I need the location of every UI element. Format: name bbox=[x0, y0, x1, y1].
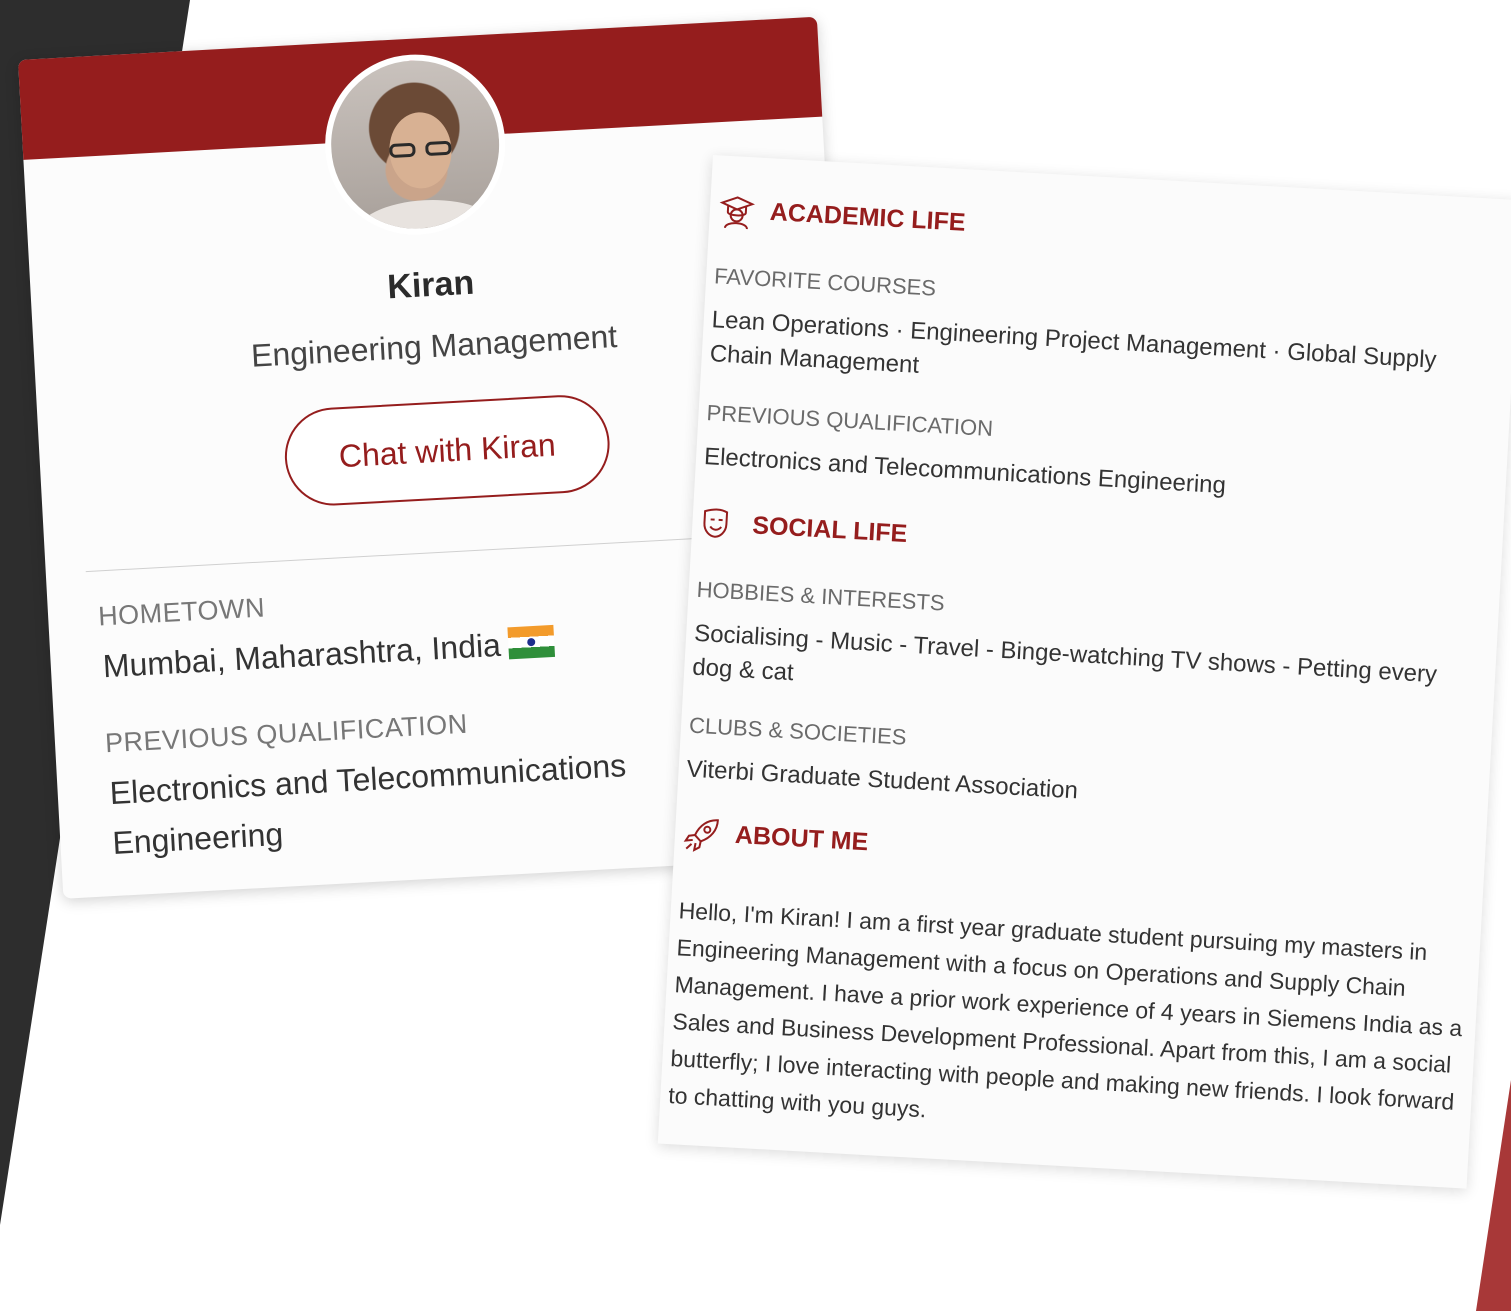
rocket-icon bbox=[683, 819, 719, 852]
clubs-value: Viterbi Graduate Student Association bbox=[685, 755, 1079, 805]
chat-button[interactable]: Chat with Kiran bbox=[282, 392, 613, 509]
hobbies-label: HOBBIES & INTERESTS bbox=[696, 576, 946, 616]
divider bbox=[85, 537, 705, 573]
hometown-label: HOMETOWN bbox=[97, 592, 266, 632]
prev-qual-value: Electronics and Telecommunications Engin… bbox=[108, 747, 627, 862]
graduate-icon bbox=[719, 196, 755, 230]
hobbies-value: Socialising - Music - Travel - Binge-wat… bbox=[691, 619, 1438, 689]
academic-prev-qual-label: PREVIOUS QUALIFICATION bbox=[705, 400, 994, 442]
details-card: ACADEMIC LIFE FAVORITE COURSES Lean Oper… bbox=[657, 155, 1511, 1189]
hometown-text: Mumbai, Maharashtra, India bbox=[101, 626, 502, 685]
about-me-text: Hello, I'm Kiran! I am a first year grad… bbox=[667, 897, 1463, 1123]
clubs-label: CLUBS & SOCIETIES bbox=[688, 712, 908, 750]
academic-prev-qual-value: Electronics and Telecommunications Engin… bbox=[703, 442, 1227, 500]
social-life-heading: SOCIAL LIFE bbox=[699, 505, 908, 555]
fav-courses-value: Lean Operations · Engineering Project Ma… bbox=[709, 306, 1438, 379]
about-me-heading: ABOUT ME bbox=[682, 814, 869, 862]
academic-life-heading: ACADEMIC LIFE bbox=[717, 191, 967, 243]
theater-mask-icon bbox=[703, 508, 729, 538]
india-flag-icon bbox=[507, 624, 556, 660]
fav-courses-label: FAVORITE COURSES bbox=[713, 263, 937, 301]
